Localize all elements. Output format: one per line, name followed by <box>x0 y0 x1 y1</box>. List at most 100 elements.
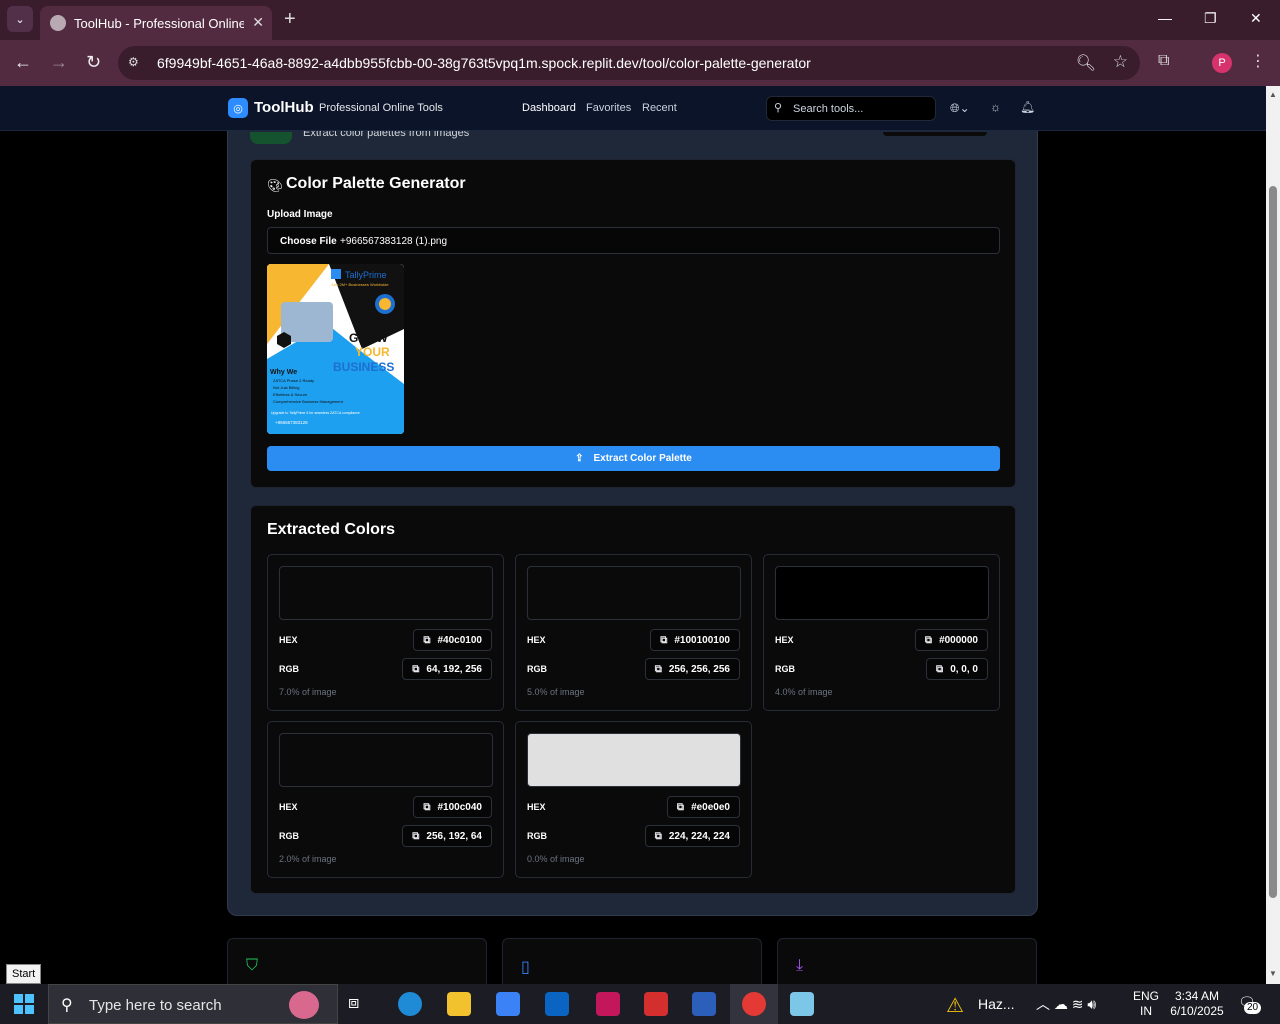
address-bar[interactable]: ⚙ 6f9949bf-4651-46a8-8892-a4dbb955fcbb-0… <box>118 46 1140 80</box>
copy-hex-button[interactable]: ⧉ #40c0100 <box>413 629 492 651</box>
theme-toggle-icon[interactable]: ☼ <box>990 100 1001 114</box>
store-icon[interactable] <box>496 992 520 1016</box>
scroll-down-arrow-icon[interactable]: ▼ <box>1269 969 1277 978</box>
color-percentage: 0.0% of image <box>527 854 585 864</box>
minimize-button[interactable]: — <box>1158 10 1172 26</box>
warning-icon[interactable]: ⚠ <box>946 993 964 1018</box>
color-swatch[interactable] <box>279 733 493 787</box>
app-tagline: Professional Online Tools <box>319 102 443 114</box>
language-globe-icon[interactable]: 🌐︎⌄ <box>950 101 970 116</box>
upload-label: Upload Image <box>267 209 333 220</box>
pdf-icon[interactable] <box>644 992 668 1016</box>
chrome-icon[interactable] <box>742 992 766 1016</box>
copy-rgb-button[interactable]: ⧉ 64, 192, 256 <box>402 658 492 680</box>
browser-menu-icon[interactable]: ⋮ <box>1250 51 1266 71</box>
copy-icon: ⧉ <box>423 801 431 813</box>
new-tab-button[interactable]: + <box>284 9 296 29</box>
preview-bullet-1: ZATCA Phase 2 Ready <box>273 378 314 383</box>
preview-upgrade: Upgrade to TallyPrime 6 for seamless ZAT… <box>271 411 360 415</box>
forward-button[interactable]: → <box>50 52 68 73</box>
extract-palette-label: Extract Color Palette <box>593 453 692 464</box>
extensions-icon[interactable]: ⧉ <box>1158 52 1169 70</box>
tab-close-icon[interactable]: ✕ <box>252 14 264 31</box>
copy-icon: ⧉ <box>654 663 662 675</box>
preview-phone: +966567383128 <box>275 420 308 425</box>
notepad-icon[interactable] <box>790 992 814 1016</box>
app-icon[interactable] <box>596 992 620 1016</box>
search-icon: ⚲ <box>774 102 783 114</box>
color-card: HEX ⧉ #40c0100 RGB ⧉ 64, 192, 256 7.0% o… <box>267 554 504 711</box>
copy-hex-button[interactable]: ⧉ #e0e0e0 <box>666 796 740 818</box>
color-swatch[interactable] <box>527 566 741 620</box>
copy-icon: ⧉ <box>936 663 944 675</box>
feature-card-mobile: ▯ <box>502 938 762 984</box>
restore-button[interactable]: ❐ <box>1204 10 1217 27</box>
bookmark-star-icon[interactable]: ☆ <box>1113 52 1128 72</box>
app-name[interactable]: ToolHub <box>254 99 314 116</box>
hex-value: #40c0100 <box>437 634 483 646</box>
copy-rgb-button[interactable]: ⧉ 224, 224, 224 <box>644 825 740 847</box>
copy-rgb-button[interactable]: ⧉ 256, 192, 64 <box>402 825 492 847</box>
rgb-label: RGB <box>527 831 547 841</box>
tool-icon <box>250 132 292 144</box>
tool-panel: Extract color palettes from images 🎨︎ Co… <box>227 131 1038 916</box>
scroll-up-arrow-icon[interactable]: ▲ <box>1269 90 1277 99</box>
feature-card-download: ⤓ <box>777 938 1037 984</box>
rgb-value: 224, 224, 224 <box>668 830 730 842</box>
preview-brand: TallyPrime <box>345 270 387 280</box>
tool-action-button[interactable] <box>883 132 987 136</box>
zoom-icon[interactable]: 🔍︎ <box>1076 53 1096 73</box>
task-view-icon[interactable]: ⧈ <box>348 992 372 1016</box>
toolhub-logo-icon[interactable]: ◎ <box>228 98 248 118</box>
uploaded-image-preview: TallyPrime Join 2M+ Businesses Worldwide… <box>267 264 404 434</box>
site-info-icon[interactable]: ⚙ <box>128 55 144 71</box>
taskbar-clock[interactable]: 3:34 AM 6/10/2025 <box>1168 989 1226 1019</box>
color-swatch[interactable] <box>775 566 989 620</box>
nav-favorites[interactable]: Favorites <box>586 102 631 114</box>
rgb-value: 256, 192, 64 <box>426 830 482 842</box>
browser-tab[interactable]: ToolHub - Professional Online T ✕ <box>40 6 272 40</box>
rgb-label: RGB <box>527 664 547 674</box>
edge-icon[interactable] <box>398 992 422 1016</box>
scroll-thumb[interactable] <box>1269 186 1277 898</box>
color-card: HEX ⧉ #100c040 RGB ⧉ 256, 192, 64 2.0% o… <box>267 721 504 878</box>
nav-recent[interactable]: Recent <box>642 102 677 114</box>
extract-palette-button[interactable]: ⇪ Extract Color Palette <box>267 446 1000 471</box>
system-tray-icons[interactable]: ︿ ☁ ≋ 🔊︎ <box>1036 994 1096 1014</box>
notification-bell-icon[interactable]: 🔔︎ <box>1020 100 1035 114</box>
file-input[interactable]: Choose File +966567383128 (1).png <box>267 227 1000 254</box>
url-text[interactable]: 6f9949bf-4651-46a8-8892-a4dbb955fcbb-00-… <box>157 55 811 71</box>
outlook-icon[interactable] <box>545 992 569 1016</box>
copy-hex-button[interactable]: ⧉ #100c040 <box>413 796 492 818</box>
notification-count-badge: 20 <box>1244 1002 1262 1014</box>
word-icon[interactable] <box>692 992 716 1016</box>
preview-why: Why We <box>270 369 297 376</box>
copy-hex-button[interactable]: ⧉ #000000 <box>914 629 988 651</box>
tool-search[interactable]: ⚲ <box>766 96 936 121</box>
shield-icon: ⛉ <box>246 957 259 974</box>
language-indicator[interactable]: ENG IN <box>1133 989 1159 1019</box>
copy-rgb-button[interactable]: ⧉ 256, 256, 256 <box>644 658 740 680</box>
tab-search-button[interactable]: ⌄ <box>7 6 33 32</box>
windows-start-icon[interactable] <box>14 994 34 1014</box>
search-input[interactable] <box>793 102 933 116</box>
copy-rgb-button[interactable]: ⧉ 0, 0, 0 <box>926 658 988 680</box>
generator-card: 🎨︎ Color Palette Generator Upload Image … <box>250 159 1016 488</box>
preview-bullet-4: Comprehensive Business Management <box>273 399 344 404</box>
copy-hex-button[interactable]: ⧉ #100100100 <box>650 629 740 651</box>
color-swatch[interactable] <box>279 566 493 620</box>
page-scrollbar[interactable]: ▲ ▼ <box>1266 86 1280 984</box>
weather-text[interactable]: Haz... <box>978 996 1015 1012</box>
taskbar-search[interactable]: ⚲ Type here to search <box>48 984 338 1024</box>
color-swatch[interactable] <box>527 733 741 787</box>
file-explorer-icon[interactable] <box>447 992 471 1016</box>
choose-file-button[interactable]: Choose File <box>280 236 337 247</box>
profile-avatar[interactable]: P <box>1212 53 1232 73</box>
back-button[interactable]: ← <box>14 52 32 73</box>
nav-dashboard[interactable]: Dashboard <box>522 102 576 114</box>
reload-button[interactable]: ↻ <box>86 52 101 73</box>
window-close-button[interactable]: ✕ <box>1250 10 1262 27</box>
start-tooltip: Start <box>6 964 42 984</box>
language-code: ENG <box>1133 989 1160 1003</box>
hex-label: HEX <box>527 802 546 812</box>
